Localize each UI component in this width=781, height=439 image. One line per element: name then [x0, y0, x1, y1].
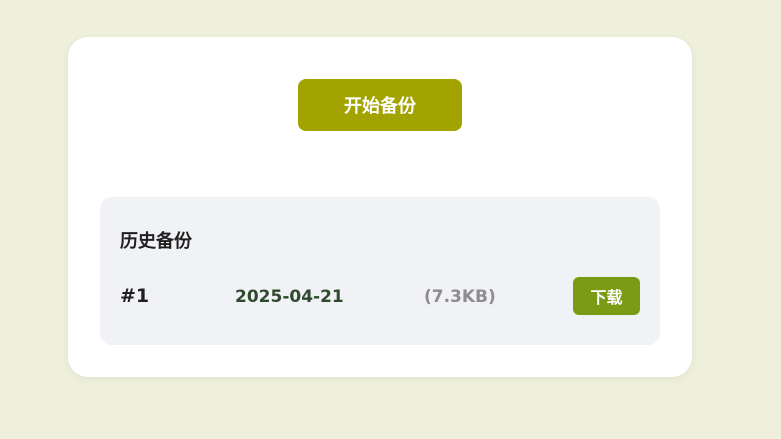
history-panel: 历史备份 #1 2025-04-21 (7.3KB) 下载 [100, 197, 660, 345]
backup-index: #1 [120, 285, 150, 307]
backup-card: 开始备份 历史备份 #1 2025-04-21 (7.3KB) 下载 [68, 37, 692, 377]
backup-size: (7.3KB) [424, 287, 496, 307]
backup-date: 2025-04-21 [235, 287, 344, 307]
download-button[interactable]: 下载 [573, 277, 640, 315]
history-row: #1 2025-04-21 (7.3KB) 下载 [120, 277, 640, 315]
history-title: 历史备份 [120, 231, 192, 252]
start-backup-button[interactable]: 开始备份 [298, 79, 462, 131]
